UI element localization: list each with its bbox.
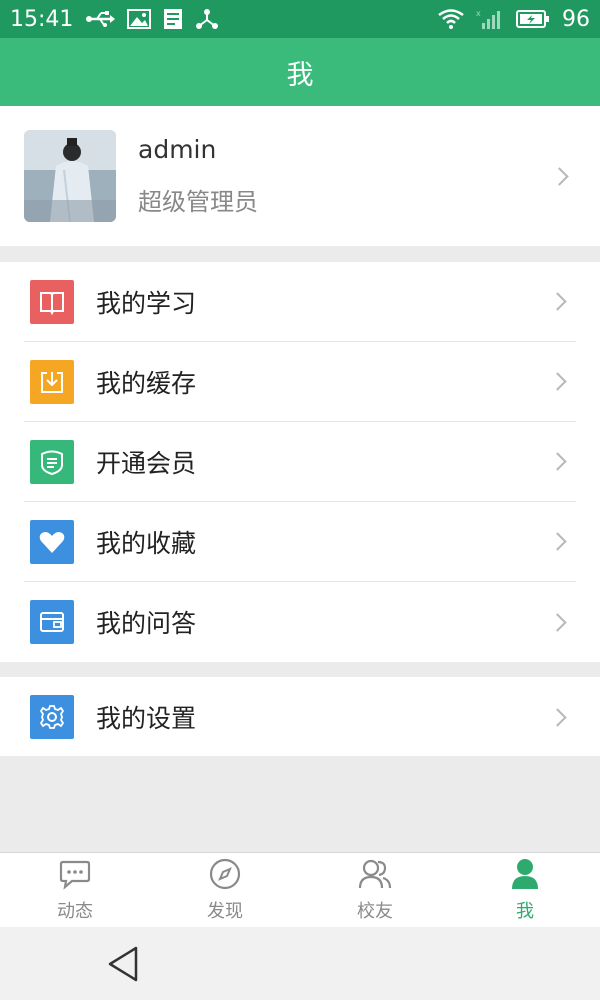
chevron-right-icon xyxy=(548,452,567,471)
people-icon xyxy=(358,858,392,895)
download-icon xyxy=(30,359,74,404)
app-header: 我 xyxy=(0,38,600,106)
page-title: 我 xyxy=(286,59,314,91)
share-icon xyxy=(195,8,219,30)
member-badge-icon xyxy=(30,439,74,484)
chevron-right-icon xyxy=(548,612,567,632)
menu-label: 开通会员 xyxy=(96,448,197,478)
signal-icon: x xyxy=(476,8,504,30)
menu-label: 我的收藏 xyxy=(96,528,197,558)
book-icon xyxy=(30,279,74,324)
tab-alumni[interactable]: 校友 xyxy=(300,853,450,927)
image-icon xyxy=(127,9,152,29)
chevron-right-icon xyxy=(548,372,567,391)
menu-label: 我的学习 xyxy=(96,288,197,318)
profile-card[interactable]: admin 超级管理员 xyxy=(0,106,600,246)
usb-icon xyxy=(85,9,116,29)
tab-discover[interactable]: 发现 xyxy=(150,853,300,927)
chevron-right-icon xyxy=(550,166,569,186)
status-time: 15:41 xyxy=(10,6,74,32)
profile-name: admin xyxy=(138,135,217,164)
document-icon xyxy=(163,8,183,30)
menu-item-qa[interactable]: 我的问答 xyxy=(24,582,576,662)
back-triangle-icon[interactable] xyxy=(106,945,140,987)
qa-card-icon xyxy=(30,600,74,644)
chat-bubble-icon xyxy=(59,858,91,895)
battery-icon xyxy=(516,9,550,29)
svg-text:x: x xyxy=(476,9,481,18)
gear-icon xyxy=(30,695,74,739)
tab-label: 我 xyxy=(516,900,534,922)
wifi-icon xyxy=(438,9,464,29)
menu-item-my-cache[interactable]: 我的缓存 xyxy=(24,342,576,422)
tab-label: 校友 xyxy=(357,900,393,922)
system-nav-bar xyxy=(0,927,600,1000)
menu-item-favorites[interactable]: 我的收藏 xyxy=(24,502,576,582)
menu-item-my-study[interactable]: 我的学习 xyxy=(24,262,576,342)
tab-dynamics[interactable]: 动态 xyxy=(0,853,150,927)
tab-me[interactable]: 我 xyxy=(450,853,600,927)
profile-role: 超级管理员 xyxy=(138,188,258,216)
menu-label: 我的缓存 xyxy=(96,368,197,398)
menu-label: 我的设置 xyxy=(96,704,197,733)
menu-group: 我的学习 我的缓存 开通会员 我的收藏 我的问答 xyxy=(0,262,600,662)
battery-level: 96 xyxy=(562,6,590,32)
avatar xyxy=(24,130,116,222)
tab-label: 动态 xyxy=(57,900,93,922)
menu-item-membership[interactable]: 开通会员 xyxy=(24,422,576,502)
compass-icon xyxy=(209,858,241,895)
chevron-right-icon xyxy=(548,292,567,311)
heart-icon xyxy=(30,519,74,564)
tab-label: 发现 xyxy=(207,900,243,922)
chevron-right-icon xyxy=(548,532,567,551)
menu-item-settings[interactable]: 我的设置 xyxy=(24,677,576,757)
settings-group: 我的设置 xyxy=(0,677,600,756)
bottom-tab-bar: 动态 发现 校友 我 xyxy=(0,852,600,927)
status-bar: 15:41 x 96 xyxy=(0,0,600,38)
chevron-right-icon xyxy=(548,707,567,727)
person-icon xyxy=(510,858,540,895)
menu-label: 我的问答 xyxy=(96,609,197,638)
